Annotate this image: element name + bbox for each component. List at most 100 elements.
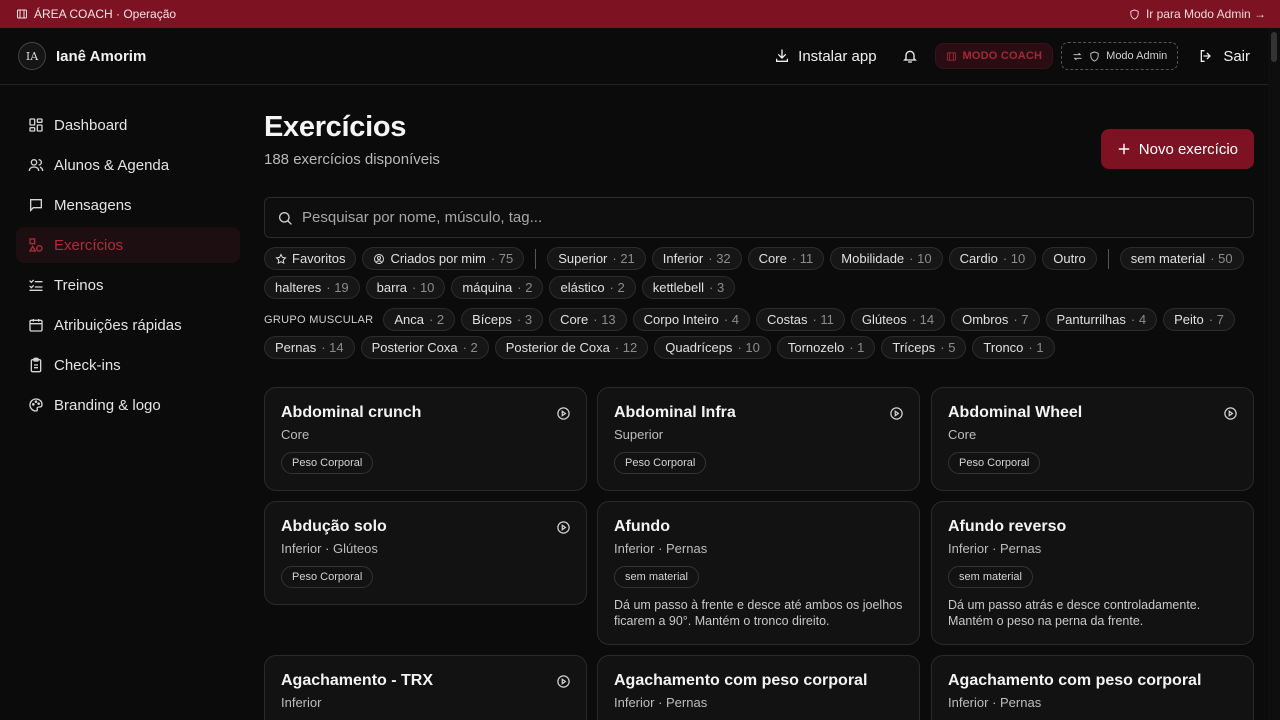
filter-divider	[535, 248, 537, 269]
sidebar-item-label: Atribuições rápidas	[54, 316, 182, 334]
sidebar-item-exercises[interactable]: Exercícios	[16, 227, 240, 263]
play-video-icon[interactable]	[1223, 406, 1238, 421]
sidebar-item-branding[interactable]: Branding & logo	[16, 387, 240, 423]
chip-count: · 32	[708, 251, 731, 266]
filter-muscle-posterior-de-coxa[interactable]: Posterior de Coxa · 12	[494, 336, 649, 359]
exercise-card[interactable]: Abdominal crunch Core Peso Corporal	[264, 387, 587, 491]
coach-mode-toggle[interactable]: MODO COACH	[934, 43, 1054, 69]
chip-label: Glúteos	[861, 312, 907, 327]
page-scrollbar[interactable]	[1268, 28, 1280, 720]
filter-equipment-sem-material[interactable]: sem material · 50	[1119, 247, 1244, 270]
filter-muscle-panturrilhas[interactable]: Panturrilhas · 4	[1045, 308, 1158, 331]
filter-equipment-kettlebell[interactable]: kettlebell · 3	[641, 276, 736, 299]
new-exercise-button[interactable]: Novo exercício	[1100, 129, 1254, 169]
admin-mode-button[interactable]: Modo Admin	[1061, 42, 1179, 70]
exercise-title: Abdução solo	[281, 518, 387, 535]
filter-created-by-me[interactable]: Criados por mim · 75	[362, 247, 525, 270]
filter-category-mobilidade[interactable]: Mobilidade · 10	[830, 247, 943, 270]
chip-count: · 13	[593, 312, 616, 327]
chip-count: · 10	[737, 340, 760, 355]
scrollbar-thumb[interactable]	[1271, 32, 1277, 62]
chip-count: · 4	[723, 312, 739, 327]
sidebar-item-label: Exercícios	[54, 236, 124, 254]
exercise-title: Abdominal crunch	[281, 404, 422, 421]
dashboard-icon	[28, 117, 44, 133]
chip-label: sem material	[1130, 251, 1206, 266]
play-video-icon[interactable]	[556, 406, 571, 421]
logout-button[interactable]: Sair	[1186, 40, 1254, 72]
chip-label: Anca	[394, 312, 424, 327]
search-bar	[264, 197, 1254, 238]
sidebar-item-checkins[interactable]: Check-ins	[16, 347, 240, 383]
brand[interactable]: IA Ianê Amorim	[18, 42, 146, 70]
chip-count: · 3	[516, 312, 533, 327]
new-exercise-label: Novo exercício	[1138, 140, 1238, 158]
filter-muscle-posterior-coxa[interactable]: Posterior Coxa · 2	[360, 336, 489, 359]
filter-muscle-biceps[interactable]: Bíceps · 3	[461, 308, 544, 331]
search-icon	[277, 210, 293, 226]
chip-label: Outro	[1053, 251, 1086, 266]
filter-equipment-elastico[interactable]: elástico · 2	[549, 276, 636, 299]
chip-count: · 4	[1130, 312, 1147, 327]
filter-muscle-quadriceps[interactable]: Quadríceps · 10	[654, 336, 771, 359]
chip-label: Inferior	[662, 251, 704, 266]
go-admin-link[interactable]: Ir para Modo Admin →	[1129, 7, 1266, 21]
play-video-icon[interactable]	[556, 520, 571, 535]
filter-muscle-peito[interactable]: Peito · 7	[1163, 308, 1235, 331]
exercise-card[interactable]: Afundo Inferior · Pernas sem material Dá…	[597, 501, 920, 645]
chip-count: · 2	[609, 280, 625, 295]
filter-muscle-tronco[interactable]: Tronco · 1	[972, 336, 1055, 359]
sidebar-item-students[interactable]: Alunos & Agenda	[16, 147, 240, 183]
page-title: Exercícios	[264, 111, 407, 143]
play-video-icon[interactable]	[889, 406, 904, 421]
filter-muscle-ombros[interactable]: Ombros · 7	[951, 308, 1040, 331]
exercise-equipment-tag: Peso Corporal	[948, 452, 1041, 474]
exercise-card[interactable]: Abdominal Infra Superior Peso Corporal	[597, 387, 920, 491]
filter-category-outro[interactable]: Outro	[1042, 247, 1097, 270]
exercise-equipment-tag: sem material	[948, 566, 1033, 588]
exercise-card[interactable]: Abdução solo Inferior · Glúteos Peso Cor…	[264, 501, 587, 605]
chip-label: Superior	[558, 251, 608, 266]
exercise-card[interactable]: Abdominal Wheel Core Peso Corporal	[931, 387, 1254, 491]
sidebar-item-workouts[interactable]: Treinos	[16, 267, 240, 303]
exercise-card[interactable]: Afundo reverso Inferior · Pernas sem mat…	[931, 501, 1254, 645]
search-input[interactable]	[302, 209, 1241, 226]
filter-category-core[interactable]: Core · 11	[747, 247, 825, 270]
filter-muscle-costas[interactable]: Costas · 11	[755, 308, 845, 331]
filter-muscle-corpo-inteiro[interactable]: Corpo Inteiro · 4	[632, 308, 750, 331]
notifications-button[interactable]	[893, 40, 927, 72]
filter-category-inferior[interactable]: Inferior · 32	[651, 247, 742, 270]
chip-label: Pernas	[275, 340, 317, 355]
sidebar-item-quick-assign[interactable]: Atribuições rápidas	[16, 307, 240, 343]
filter-muscle-triceps[interactable]: Tríceps · 5	[881, 336, 967, 359]
filter-row-equipment: halteres · 19 barra · 10 máquina · 2 elásti…	[264, 276, 736, 299]
filter-equipment-halteres[interactable]: halteres · 19	[264, 276, 360, 299]
filter-muscle-core[interactable]: Core · 13	[549, 308, 627, 331]
play-video-icon[interactable]	[556, 674, 571, 689]
exercise-card[interactable]: Agachamento com peso corporal Inferior ·…	[597, 655, 920, 720]
filter-equipment-barra[interactable]: barra · 10	[365, 276, 446, 299]
filter-equipment-maquina[interactable]: máquina · 2	[451, 276, 544, 299]
exercise-category: Core	[281, 427, 310, 442]
exercise-card[interactable]: Agachamento - TRX Inferior	[264, 655, 587, 720]
filter-row-muscle-group: GRUPO MUSCULAR Anca · 2 Bíceps · 3 Core · 1…	[264, 308, 1235, 331]
filter-muscle-anca[interactable]: Anca · 2	[383, 308, 456, 331]
chip-count: · 3	[709, 280, 725, 295]
palette-icon	[28, 397, 44, 413]
sidebar-item-messages[interactable]: Mensagens	[16, 187, 240, 223]
install-app-button[interactable]: Instalar app	[766, 40, 884, 72]
chip-count: · 2	[428, 312, 445, 327]
sidebar-item-label: Mensagens	[54, 196, 132, 214]
filter-muscle-pernas[interactable]: Pernas · 14	[264, 336, 355, 359]
filter-muscle-gluteos[interactable]: Glúteos · 14	[850, 308, 946, 331]
exercise-category: Inferior · Pernas	[948, 541, 1042, 556]
filter-muscle-tornozelo[interactable]: Tornozelo · 1	[776, 336, 876, 359]
sidebar-item-dashboard[interactable]: Dashboard	[16, 107, 240, 143]
filter-category-cardio[interactable]: Cardio · 10	[948, 247, 1037, 270]
filter-favorites[interactable]: Favoritos	[264, 247, 357, 270]
exercise-title: Afundo reverso	[948, 518, 1067, 535]
exercise-card[interactable]: Agachamento com peso corporal Inferior ·…	[931, 655, 1254, 720]
chip-label: Favoritos	[292, 251, 346, 266]
filter-category-superior[interactable]: Superior · 21	[547, 247, 646, 270]
chip-count: · 21	[612, 251, 635, 266]
